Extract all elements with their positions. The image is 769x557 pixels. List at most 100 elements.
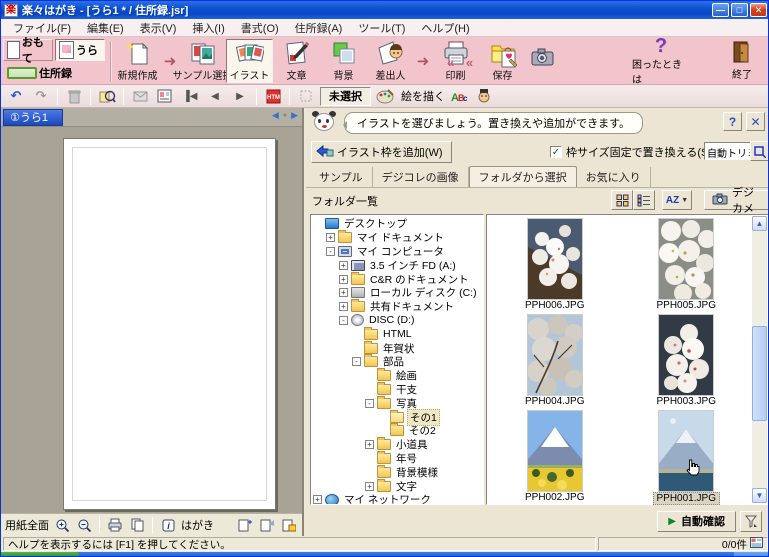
html-icon[interactable]: HTM <box>262 87 284 106</box>
expand-plus-icon[interactable]: + <box>339 275 348 284</box>
address-book-button[interactable]: 住所録 <box>3 62 107 84</box>
redo-icon[interactable]: ↷ <box>30 87 52 106</box>
tree-item-5[interactable]: +ローカル ディスク (C:) <box>311 286 483 300</box>
expand-plus-icon[interactable]: + <box>313 495 322 504</box>
tab-0[interactable]: サンプル <box>310 167 373 187</box>
step-illust-button[interactable]: イラスト <box>226 39 273 83</box>
expand-plus-icon[interactable]: + <box>339 261 348 270</box>
vertical-scrollbar[interactable]: ▲ ▼ <box>752 216 767 503</box>
thumbnail-PPH005.JPG[interactable]: PPH005.JPG <box>654 217 719 313</box>
memo-heart-icon[interactable] <box>499 47 521 74</box>
delete-icon[interactable] <box>63 87 85 106</box>
tree-item-1[interactable]: +マイ ドキュメント <box>311 231 483 245</box>
step-new-page-button[interactable]: 新規作成 <box>114 39 161 83</box>
help-button[interactable]: ? 困ったときは <box>632 39 690 83</box>
start-button[interactable] <box>1 552 79 557</box>
tree-item-10[interactable]: -部品 <box>311 355 483 369</box>
scrollbar-thumb[interactable] <box>752 326 767 421</box>
menu-item-6[interactable]: ツール(T) <box>350 19 413 37</box>
menu-item-7[interactable]: ヘルプ(H) <box>413 19 477 37</box>
expand-plus-icon[interactable]: + <box>339 302 348 311</box>
collapse-minus-icon[interactable]: - <box>326 247 335 256</box>
step-text-button[interactable]: 文章 <box>273 39 320 83</box>
digicam-button[interactable]: デジカメ <box>704 190 769 210</box>
thumbnail-PPH004.JPG[interactable]: PPH004.JPG <box>522 313 587 409</box>
tab-3[interactable]: お気に入り <box>577 167 651 187</box>
canvas-next-icon[interactable]: ▶ <box>291 110 298 121</box>
menu-item-3[interactable]: 挿入(I) <box>184 19 232 37</box>
draw-picture-label[interactable]: 絵を描く <box>401 88 445 104</box>
tree-item-9[interactable]: 年賀状 <box>311 341 483 355</box>
tree-item-7[interactable]: -DISC (D:) <box>311 314 483 328</box>
auto-confirm-button[interactable]: ▶ 自動確認 <box>657 511 736 532</box>
tree-item-18[interactable]: 背景模様 <box>311 465 483 479</box>
undo-icon[interactable]: ↶ <box>5 87 27 106</box>
canvas-prev-icon[interactable]: ◀ <box>272 110 279 121</box>
step-bg-button[interactable]: 背景 <box>320 39 367 83</box>
sort-az-button[interactable]: AZ ▼ <box>662 190 692 210</box>
font-abc-icon[interactable]: ABc <box>448 87 470 106</box>
menu-item-5[interactable]: 住所録(A) <box>287 19 351 37</box>
restore-button[interactable]: □ <box>731 3 748 17</box>
menu-item-4[interactable]: 書式(O) <box>233 19 287 37</box>
tree-item-16[interactable]: +小道具 <box>311 438 483 452</box>
expand-plus-icon[interactable]: + <box>365 482 374 491</box>
tree-item-0[interactable]: デスクトップ <box>311 217 483 231</box>
grid-view-button[interactable] <box>611 190 633 210</box>
zoom-mode-label[interactable]: 用紙全面 <box>5 517 49 533</box>
unselected-status-button[interactable]: 未選択 <box>320 87 371 106</box>
step-sample-button[interactable]: サンプル選択 <box>179 39 226 83</box>
tree-item-17[interactable]: 年号 <box>311 452 483 466</box>
tree-item-3[interactable]: +3.5 インチ FD (A:) <box>311 258 483 272</box>
paint-palette-icon[interactable] <box>374 87 396 106</box>
tree-item-13[interactable]: -写真 <box>311 396 483 410</box>
thumbnail-PPH002.JPG[interactable]: PPH002.JPG <box>522 409 587 505</box>
exit-button[interactable]: 終了 <box>722 39 762 83</box>
sender-person-icon[interactable] <box>473 87 495 106</box>
close-button[interactable]: ✕ <box>750 3 767 17</box>
nav-next-icon[interactable]: ▶ <box>229 87 251 106</box>
print-preview-icon[interactable] <box>106 517 124 534</box>
thumbnail-PPH001.JPG[interactable]: PPH001.JPG <box>653 409 720 505</box>
paper-info-icon[interactable]: i <box>159 517 177 534</box>
expand-plus-icon[interactable]: + <box>365 440 374 449</box>
scroll-up-icon[interactable]: ▲ <box>752 216 767 231</box>
tab-2[interactable]: フォルダから選択 <box>469 166 577 187</box>
frame-select-icon[interactable] <box>295 87 317 106</box>
tree-item-20[interactable]: +マイ ネットワーク <box>311 493 483 505</box>
add-illustration-frame-button[interactable]: イラスト枠を追加(W) <box>311 141 452 163</box>
tree-item-2[interactable]: -マイ コンピュータ <box>311 245 483 259</box>
menu-item-2[interactable]: 表示(V) <box>132 19 185 37</box>
expand-plus-icon[interactable]: + <box>326 233 335 242</box>
tree-item-12[interactable]: 干支 <box>311 383 483 397</box>
filter-bell-button[interactable] <box>740 511 762 532</box>
expand-plus-icon[interactable]: + <box>339 288 348 297</box>
collapse-minus-icon[interactable]: - <box>365 399 374 408</box>
crop-settings-button[interactable] <box>750 141 769 161</box>
nav-prev-icon[interactable]: ◀ <box>204 87 226 106</box>
fixed-size-checkbox-row[interactable]: ✓ 枠サイズ固定で置き換える(S) <box>550 144 712 160</box>
select-frame-icon[interactable] <box>96 87 118 106</box>
tree-item-11[interactable]: 絵画 <box>311 369 483 383</box>
postcard-page[interactable] <box>63 138 276 510</box>
panel-close-button[interactable]: ✕ <box>746 112 765 131</box>
thumbnail-PPH003.JPG[interactable]: PPH003.JPG <box>654 313 719 409</box>
step-sender-button[interactable]: 差出人 <box>367 39 414 83</box>
address-card-icon[interactable] <box>154 87 176 106</box>
collapse-chevrons-icon[interactable]: « « <box>447 55 477 70</box>
new-frame-icon[interactable] <box>236 517 254 534</box>
tab-1[interactable]: デジコレの画像 <box>373 167 469 187</box>
canvas-tab-ura1[interactable]: ①うら1 <box>3 109 63 126</box>
collapse-minus-icon[interactable]: - <box>339 316 348 325</box>
zoom-out-icon[interactable] <box>75 517 93 534</box>
nav-first-icon[interactable]: ▐◀ <box>179 87 201 106</box>
back-side-button[interactable]: うら <box>55 39 105 61</box>
tree-item-6[interactable]: +共有ドキュメント <box>311 300 483 314</box>
copy-page-icon[interactable] <box>128 517 146 534</box>
zoom-in-icon[interactable] <box>53 517 71 534</box>
scroll-down-icon[interactable]: ▼ <box>752 488 767 503</box>
paste-frame-icon[interactable] <box>258 517 276 534</box>
tree-item-15[interactable]: その2 <box>311 424 483 438</box>
list-view-button[interactable] <box>633 190 655 210</box>
mail-icon[interactable] <box>129 87 151 106</box>
